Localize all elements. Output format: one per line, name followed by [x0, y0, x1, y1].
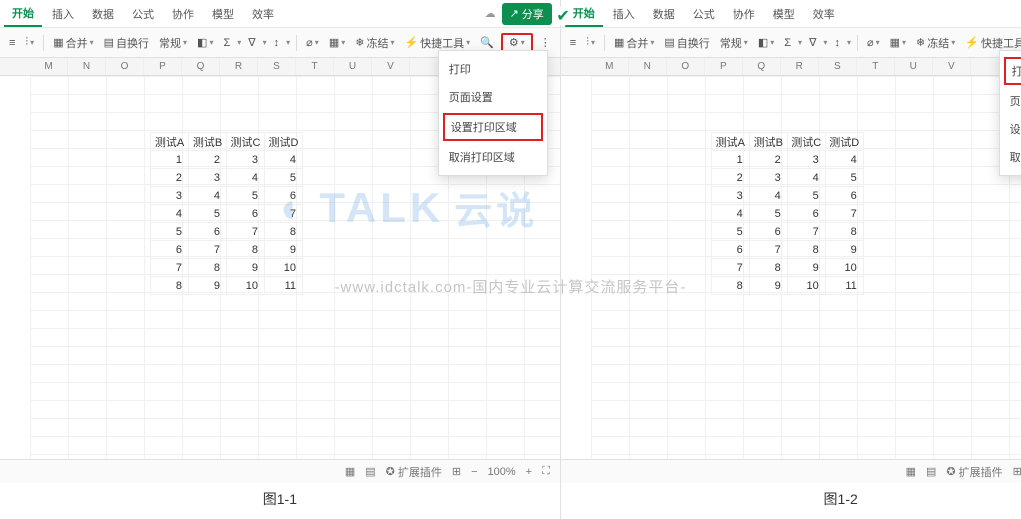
- tab-data[interactable]: 数据: [645, 2, 683, 26]
- sum-icon[interactable]: Σ: [220, 35, 233, 51]
- check-icon: ✔: [556, 6, 569, 26]
- numfmt-button[interactable]: 常规 ▾: [717, 33, 751, 53]
- cloud-icon[interactable]: ☁: [485, 7, 496, 20]
- sb-zoom-in[interactable]: +: [526, 466, 532, 478]
- mi-clear-print-area[interactable]: 取消打印区域: [1000, 143, 1021, 171]
- print-menu: 打印 页面设置 设置打印区域 取消打印区域: [438, 50, 548, 176]
- tab-start[interactable]: 开始: [4, 1, 42, 27]
- sb-fullscreen-icon[interactable]: ⛶: [542, 465, 550, 478]
- share-button[interactable]: ↗ 分享: [502, 3, 552, 25]
- tab-model[interactable]: 模型: [204, 2, 242, 26]
- menu-tabs: 开始 插入 数据 公式 协作 模型 效率 ☁ ↗ 分享: [561, 0, 1021, 28]
- status-bar: ▦ ▤ ✪ 扩展插件 ⊞ − 100% + ⛶: [561, 459, 1021, 483]
- wrap-button[interactable]: ▤ 自换行: [101, 33, 152, 53]
- figure-caption: 图1-2: [561, 483, 1021, 519]
- tab-formula[interactable]: 公式: [685, 2, 723, 26]
- menu-icon[interactable]: ≡: [6, 35, 18, 51]
- tab-formula[interactable]: 公式: [124, 2, 162, 26]
- tab-insert[interactable]: 插入: [44, 2, 82, 26]
- data-table: 测试A测试B测试C测试D1234234534564567567867897891…: [711, 132, 864, 295]
- tab-eff[interactable]: 效率: [244, 2, 282, 26]
- mi-page-setup[interactable]: 页面设置: [1000, 87, 1021, 115]
- mi-print[interactable]: 打印: [1004, 57, 1021, 85]
- mi-print[interactable]: 打印: [439, 55, 547, 83]
- cond-icon[interactable]: ◧ ▾: [755, 34, 777, 51]
- mi-page-setup[interactable]: 页面设置: [439, 83, 547, 111]
- more-icon[interactable]: ⋮: [537, 34, 554, 51]
- sb-zoom[interactable]: 100%: [488, 466, 516, 478]
- sb-grid-icon[interactable]: ▦: [345, 465, 355, 478]
- table-icon[interactable]: ▦ ▾: [887, 34, 909, 51]
- menu-icon[interactable]: ≡: [567, 35, 579, 51]
- link-icon[interactable]: ⌀ ▾: [303, 34, 322, 51]
- tab-model[interactable]: 模型: [765, 2, 803, 26]
- tab-data[interactable]: 数据: [84, 2, 122, 26]
- tab-insert[interactable]: 插入: [605, 2, 643, 26]
- sb-view-icon[interactable]: ▤: [365, 465, 375, 478]
- filter-icon[interactable]: ∇: [245, 34, 258, 51]
- sort-icon[interactable]: ↕: [271, 35, 283, 51]
- format-icon[interactable]: ⫶ ▾: [583, 34, 598, 51]
- tab-collab[interactable]: 协作: [725, 2, 763, 26]
- sum-icon[interactable]: Σ: [781, 35, 794, 51]
- sb-view-icon[interactable]: ▤: [926, 465, 936, 478]
- format-icon[interactable]: ⫶ ▾: [22, 34, 37, 51]
- freeze-button[interactable]: ❄ 冻结 ▾: [352, 33, 397, 53]
- sb-grid-icon[interactable]: ▦: [906, 465, 916, 478]
- table-icon[interactable]: ▦ ▾: [326, 34, 348, 51]
- filter-icon[interactable]: ∇: [806, 34, 819, 51]
- sb-split-icon[interactable]: ⊞: [452, 465, 461, 478]
- tab-eff[interactable]: 效率: [805, 2, 843, 26]
- sb-zoom-out[interactable]: −: [471, 466, 477, 478]
- mi-set-print-area[interactable]: 设置打印区域: [443, 113, 543, 141]
- search-icon[interactable]: 🔍: [477, 34, 497, 51]
- wrap-button[interactable]: ▤ 自换行: [661, 33, 712, 53]
- link-icon[interactable]: ⌀ ▾: [864, 34, 883, 51]
- status-bar: ▦ ▤ ✪ 扩展插件 ⊞ − 100% + ⛶: [0, 459, 560, 483]
- figure-caption: 图1-1: [0, 483, 560, 519]
- sb-ext[interactable]: ✪ 扩展插件: [386, 464, 442, 480]
- column-headers: MNOPQRSTUV: [561, 58, 1021, 76]
- spreadsheet[interactable]: MNOPQRSTUV 测试A测试B测试C测试D12342345345645675…: [561, 58, 1021, 459]
- toolbar: ≡ ⫶ ▾ ▦ 合并 ▾ ▤ 自换行 常规 ▾ ◧ ▾ Σ▾ ∇▾ ↕▾ ⌀ ▾…: [561, 28, 1021, 58]
- menu-tabs: 开始 插入 数据 公式 协作 模型 效率 ☁ ↗ 分享 ✔: [0, 0, 560, 28]
- sb-split-icon[interactable]: ⊞: [1013, 465, 1021, 478]
- print-menu: 打印 页面设置 设置打印区域 取消打印区域: [999, 50, 1021, 176]
- mi-clear-print-area[interactable]: 取消打印区域: [439, 143, 547, 171]
- data-table: 测试A测试B测试C测试D1234234534564567567867897891…: [150, 132, 303, 295]
- merge-button[interactable]: ▦ 合并 ▾: [50, 33, 96, 53]
- freeze-button[interactable]: ❄ 冻结 ▾: [913, 33, 958, 53]
- sb-ext[interactable]: ✪ 扩展插件: [946, 464, 1002, 480]
- cond-icon[interactable]: ◧ ▾: [194, 34, 216, 51]
- numfmt-button[interactable]: 常规 ▾: [156, 33, 190, 53]
- tab-start[interactable]: 开始: [565, 1, 603, 27]
- tab-collab[interactable]: 协作: [164, 2, 202, 26]
- merge-button[interactable]: ▦ 合并 ▾: [611, 33, 657, 53]
- mi-set-print-area[interactable]: 设置打印区域: [1000, 115, 1021, 143]
- sort-icon[interactable]: ↕: [831, 35, 843, 51]
